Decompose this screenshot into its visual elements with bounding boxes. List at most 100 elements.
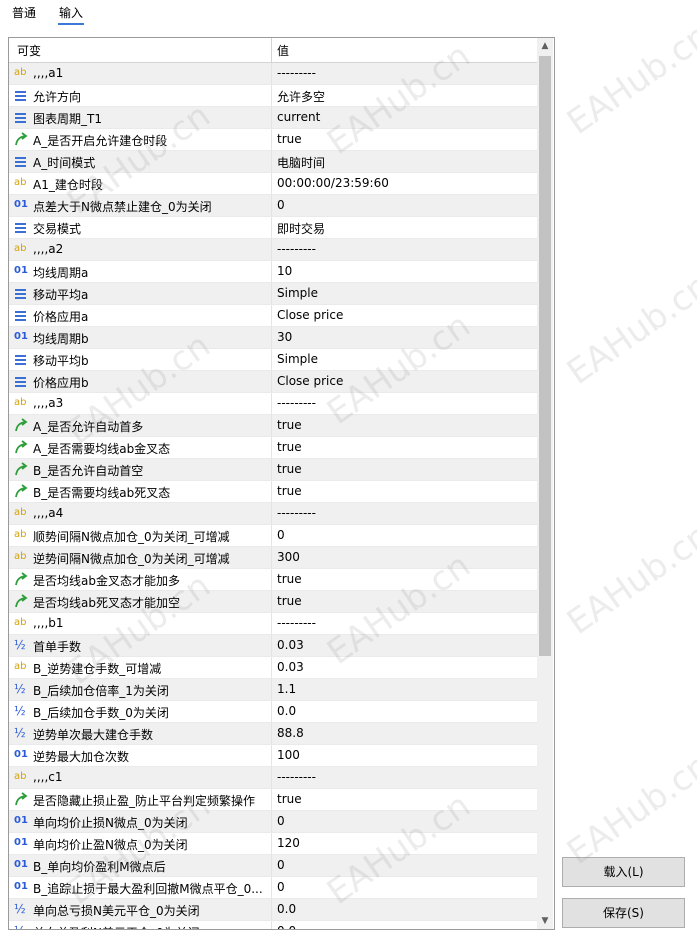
parameter-value[interactable]: 0 bbox=[277, 814, 285, 828]
parameter-value[interactable]: true bbox=[277, 484, 302, 498]
table-row[interactable]: 01 B_单向均价盈利M微点后 0 bbox=[9, 855, 537, 877]
parameter-value[interactable]: Close price bbox=[277, 374, 343, 388]
table-row[interactable]: ab ,,,,a3 --------- bbox=[9, 393, 537, 415]
parameter-value[interactable]: true bbox=[277, 792, 302, 806]
parameter-value[interactable]: true bbox=[277, 594, 302, 608]
table-row[interactable]: 01 均线周期a 10 bbox=[9, 261, 537, 283]
parameter-value[interactable]: 0 bbox=[277, 198, 285, 212]
parameter-value[interactable]: 0 bbox=[277, 880, 285, 894]
table-row[interactable]: ab A1_建仓时段 00:00:00/23:59:60 bbox=[9, 173, 537, 195]
table-row[interactable]: 01 B_追踪止损于最大盈利回撤M微点平仓_0... 0 bbox=[9, 877, 537, 899]
parameter-value[interactable]: --------- bbox=[277, 506, 316, 520]
parameter-value[interactable]: 00:00:00/23:59:60 bbox=[277, 176, 389, 190]
table-row[interactable]: ½ 单向总盈利N美元平仓_0为关闭 0.0 bbox=[9, 921, 537, 929]
table-row[interactable]: ½ 首单手数 0.03 bbox=[9, 635, 537, 657]
parameter-value[interactable]: --------- bbox=[277, 616, 316, 630]
parameter-value[interactable]: current bbox=[277, 110, 320, 124]
parameter-value[interactable]: 0.0 bbox=[277, 924, 296, 929]
parameter-name: 是否均线ab金叉态才能加多 bbox=[33, 574, 180, 588]
parameter-value[interactable]: true bbox=[277, 132, 302, 146]
parameter-name: 均线周期b bbox=[33, 332, 89, 346]
parameter-value[interactable]: Close price bbox=[277, 308, 343, 322]
column-header-value[interactable]: 值 bbox=[277, 42, 289, 59]
table-row[interactable]: ab 顺势间隔N微点加仓_0为关闭_可增减 0 bbox=[9, 525, 537, 547]
cell-divider bbox=[271, 745, 272, 766]
parameter-value[interactable]: 120 bbox=[277, 836, 300, 850]
table-row[interactable]: 01 单向均价止损N微点_0为关闭 0 bbox=[9, 811, 537, 833]
cell-divider bbox=[271, 591, 272, 612]
parameter-value[interactable]: 0 bbox=[277, 528, 285, 542]
parameter-value[interactable]: 88.8 bbox=[277, 726, 304, 740]
column-divider[interactable] bbox=[271, 38, 272, 62]
parameter-value[interactable]: Simple bbox=[277, 286, 318, 300]
scroll-down-icon[interactable]: ▼ bbox=[537, 913, 553, 929]
table-row[interactable]: 价格应用b Close price bbox=[9, 371, 537, 393]
parameter-value[interactable]: 允许多空 bbox=[277, 88, 325, 105]
table-row[interactable]: 是否均线ab死叉态才能加空 true bbox=[9, 591, 537, 613]
table-row[interactable]: 01 单向均价止盈N微点_0为关闭 120 bbox=[9, 833, 537, 855]
parameter-value[interactable]: 100 bbox=[277, 748, 300, 762]
cell-divider bbox=[271, 217, 272, 238]
parameter-value[interactable]: 300 bbox=[277, 550, 300, 564]
table-row[interactable]: ab B_逆势建仓手数_可增减 0.03 bbox=[9, 657, 537, 679]
parameter-value[interactable]: true bbox=[277, 572, 302, 586]
load-button[interactable]: 载入(L) bbox=[562, 857, 685, 887]
table-row[interactable]: A_是否允许自动首多 true bbox=[9, 415, 537, 437]
parameter-value[interactable]: 0.03 bbox=[277, 660, 304, 674]
table-row[interactable]: ab ,,,,a4 --------- bbox=[9, 503, 537, 525]
parameter-value[interactable]: true bbox=[277, 462, 302, 476]
table-row[interactable]: 是否隐藏止损止盈_防止平台判定频繁操作 true bbox=[9, 789, 537, 811]
parameter-value[interactable]: --------- bbox=[277, 770, 316, 784]
table-row[interactable]: 价格应用a Close price bbox=[9, 305, 537, 327]
table-row[interactable]: 移动平均a Simple bbox=[9, 283, 537, 305]
parameter-value[interactable]: 30 bbox=[277, 330, 292, 344]
parameter-name: 逆势单次最大建仓手数 bbox=[33, 728, 154, 742]
tab-inputs[interactable]: 输入 bbox=[57, 4, 85, 25]
table-row[interactable]: ½ 逆势单次最大建仓手数 88.8 bbox=[9, 723, 537, 745]
table-row[interactable]: 交易模式 即时交易 bbox=[9, 217, 537, 239]
parameter-value[interactable]: 即时交易 bbox=[277, 220, 325, 237]
tab-common[interactable]: 普通 bbox=[12, 4, 36, 21]
column-header-variable[interactable]: 可变 bbox=[17, 42, 41, 59]
table-row[interactable]: 01 点差大于N微点禁止建仓_0为关闭 0 bbox=[9, 195, 537, 217]
table-row[interactable]: A_是否需要均线ab金叉态 true bbox=[9, 437, 537, 459]
table-row[interactable]: ½ B_后续加仓手数_0为关闭 0.0 bbox=[9, 701, 537, 723]
scroll-up-icon[interactable]: ▲ bbox=[537, 38, 553, 54]
enum-list-icon bbox=[14, 88, 28, 102]
parameter-value[interactable]: 0.0 bbox=[277, 902, 296, 916]
parameter-value[interactable]: 0 bbox=[277, 858, 285, 872]
table-row[interactable]: 图表周期_T1 current bbox=[9, 107, 537, 129]
table-row[interactable]: ab ,,,,b1 --------- bbox=[9, 613, 537, 635]
parameter-value[interactable]: 0.03 bbox=[277, 638, 304, 652]
parameter-value[interactable]: 1.1 bbox=[277, 682, 296, 696]
parameter-value[interactable]: --------- bbox=[277, 66, 316, 80]
parameter-value[interactable]: --------- bbox=[277, 242, 316, 256]
integer-type-icon: 01 bbox=[14, 815, 28, 826]
parameter-value[interactable]: 电脑时间 bbox=[277, 154, 325, 171]
parameter-value[interactable]: true bbox=[277, 418, 302, 432]
cell-divider bbox=[271, 525, 272, 546]
parameter-value[interactable]: 0.0 bbox=[277, 704, 296, 718]
vertical-scrollbar[interactable]: ▲ ▼ bbox=[537, 38, 553, 929]
table-row[interactable]: ab ,,,,c1 --------- bbox=[9, 767, 537, 789]
table-row[interactable]: 是否均线ab金叉态才能加多 true bbox=[9, 569, 537, 591]
table-row[interactable]: B_是否允许自动首空 true bbox=[9, 459, 537, 481]
scrollbar-thumb[interactable] bbox=[539, 56, 551, 656]
table-row[interactable]: B_是否需要均线ab死叉态 true bbox=[9, 481, 537, 503]
table-row[interactable]: ab 逆势间隔N微点加仓_0为关闭_可增减 300 bbox=[9, 547, 537, 569]
table-row[interactable]: ½ B_后续加仓倍率_1为关闭 1.1 bbox=[9, 679, 537, 701]
table-row[interactable]: 允许方向 允许多空 bbox=[9, 85, 537, 107]
table-row[interactable]: ab ,,,,a1 --------- bbox=[9, 63, 537, 85]
table-row[interactable]: 01 均线周期b 30 bbox=[9, 327, 537, 349]
save-button[interactable]: 保存(S) bbox=[562, 898, 685, 928]
parameter-value[interactable]: 10 bbox=[277, 264, 292, 278]
table-row[interactable]: 移动平均b Simple bbox=[9, 349, 537, 371]
parameter-value[interactable]: Simple bbox=[277, 352, 318, 366]
table-row[interactable]: A_是否开启允许建仓时段 true bbox=[9, 129, 537, 151]
table-row[interactable]: ½ 单向总亏损N美元平仓_0为关闭 0.0 bbox=[9, 899, 537, 921]
table-row[interactable]: A_时间模式 电脑时间 bbox=[9, 151, 537, 173]
table-row[interactable]: 01 逆势最大加仓次数 100 bbox=[9, 745, 537, 767]
parameter-value[interactable]: --------- bbox=[277, 396, 316, 410]
parameter-value[interactable]: true bbox=[277, 440, 302, 454]
table-row[interactable]: ab ,,,,a2 --------- bbox=[9, 239, 537, 261]
